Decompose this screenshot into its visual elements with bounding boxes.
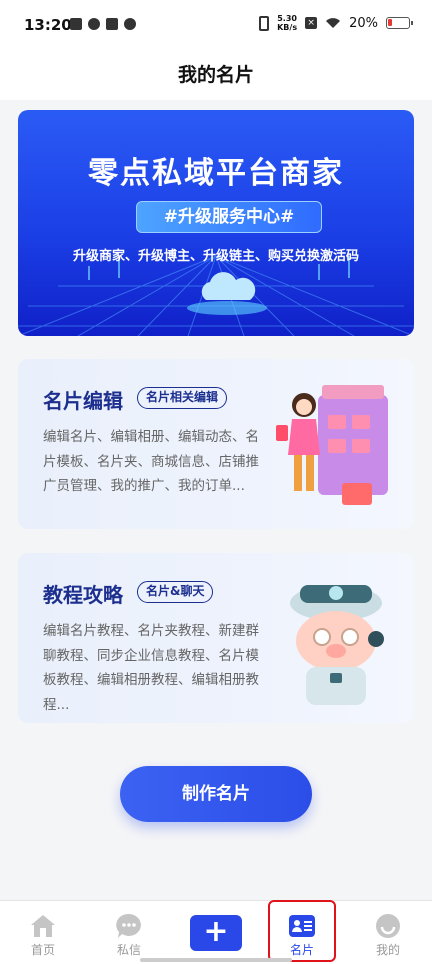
bottom-nav: 首页 私信 + 名片 我的 [0, 900, 432, 964]
page-header: 我的名片 [0, 50, 432, 94]
nav-home[interactable]: 首页 [13, 907, 73, 961]
header-spacer [0, 94, 432, 100]
vibrate-icon [259, 15, 270, 31]
app-notification-icon [70, 18, 82, 30]
tutorial-title: 教程攻略 [43, 583, 123, 607]
battery-percent: 20% [349, 15, 378, 31]
notification-icons [70, 18, 136, 30]
sim-icon: × [305, 17, 318, 29]
home-icon [31, 915, 55, 937]
nav-mine[interactable]: 我的 [358, 907, 418, 961]
pig-mascot-illustration [290, 585, 384, 705]
plus-icon: + [190, 915, 242, 951]
battery-icon [386, 17, 413, 29]
nav-add[interactable]: + [186, 907, 246, 961]
nav-messages[interactable]: 私信 [99, 907, 159, 961]
status-right: 5.30 KB/s × 20% [259, 14, 413, 32]
card-edit-title: 名片编辑 [43, 389, 123, 413]
wifi-icon [326, 18, 341, 28]
shopping-girl-illustration [276, 385, 388, 505]
banner-subtitle: 升级商家、升级博主、升级链主、购买兑换激活码 [72, 249, 359, 264]
status-bar: 13:20 5.30 KB/s × 20% [0, 0, 432, 50]
crown-icon [106, 18, 118, 30]
smile-face-icon [376, 914, 400, 938]
status-time: 13:20 [24, 16, 72, 34]
make-card-button[interactable]: 制作名片 [120, 766, 312, 822]
card-edit-description: 编辑名片、编辑相册、编辑动态、名片模板、名片夹、商城信息、店铺推广员管理、我的推… [43, 429, 259, 494]
page-title: 我的名片 [177, 64, 254, 86]
card-edit-tag: 名片相关编辑 [137, 387, 228, 409]
banner-title: 零点私域平台商家 [88, 156, 344, 191]
nav-messages-label: 私信 [116, 943, 141, 957]
app-icon [124, 18, 136, 30]
tutorial-description: 编辑名片教程、名片夹教程、新建群聊教程、同步企业信息教程、名片模板教程、编辑相册… [43, 623, 259, 713]
nav-mine-label: 我的 [375, 943, 400, 957]
tutorial-tag: 名片&聊天 [137, 581, 214, 603]
cloud-icon [88, 18, 100, 30]
nav-home-label: 首页 [30, 943, 55, 957]
network-speed: 5.30 KB/s [277, 14, 297, 32]
banner-pill: #升级服务中心# [136, 201, 322, 233]
network-speed-value: 5.30 [277, 14, 297, 23]
tutorial-section[interactable]: 教程攻略 名片&聊天 编辑名片教程、名片夹教程、新建群聊教程、同步企业信息教程、… [18, 553, 414, 723]
active-tab-highlight [268, 900, 336, 962]
network-speed-unit: KB/s [277, 23, 298, 32]
cloud-platform-icon [187, 272, 267, 315]
card-edit-section[interactable]: 名片编辑 名片相关编辑 编辑名片、编辑相册、编辑动态、名片模板、名片夹、商城信息… [18, 359, 414, 529]
service-center-banner[interactable]: 零点私域平台商家 #升级服务中心# 升级商家、升级博主、升级链主、购买兑换激活码 [18, 110, 414, 336]
chat-bubble-icon [116, 913, 141, 938]
gesture-bar [140, 958, 292, 962]
